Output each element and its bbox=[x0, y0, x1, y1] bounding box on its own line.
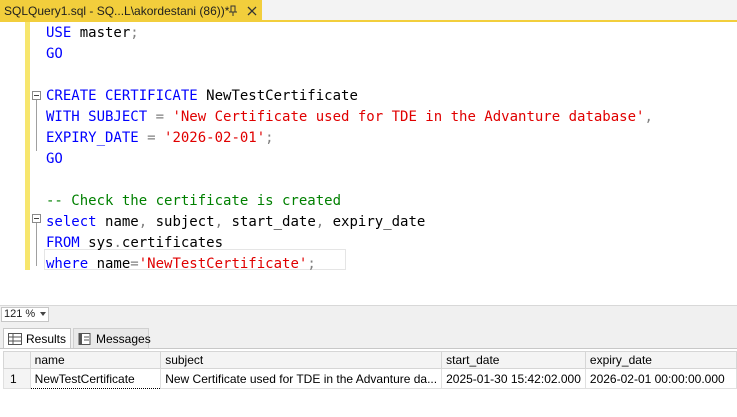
column-header-start-date[interactable]: start_date bbox=[441, 351, 586, 369]
code-token: GO bbox=[46, 151, 63, 167]
chevron-down-icon bbox=[40, 312, 46, 316]
change-tracking-bar bbox=[25, 22, 30, 270]
code-token: select bbox=[46, 214, 106, 230]
results-tab-bar: Results Messages bbox=[0, 322, 737, 348]
zoom-value: 121 % bbox=[4, 308, 36, 320]
query-editor[interactable]: USE master; GO CREATE CERTIFICATE NewTestC… bbox=[0, 22, 737, 305]
code-token: = bbox=[147, 130, 165, 146]
cell-expiry-date[interactable]: 2026-02-01 00:00:00.000 bbox=[584, 368, 737, 389]
code-token: CREATE CERTIFICATE bbox=[46, 88, 207, 104]
collapse-toggle-create[interactable] bbox=[32, 91, 41, 100]
collapse-toggle-select[interactable] bbox=[32, 214, 41, 223]
document-tab[interactable]: SQLQuery1.sql - SQ...L\akordestani (86))… bbox=[0, 0, 262, 22]
code-line: WITH SUBJECT = 'New Certificate used for… bbox=[46, 107, 653, 128]
outline-guide bbox=[36, 100, 37, 151]
code-token: start_date bbox=[231, 214, 316, 230]
cell-subject[interactable]: New Certificate used for TDE in the Adva… bbox=[160, 368, 443, 389]
code-token: GO bbox=[46, 46, 63, 62]
row-number[interactable]: 1 bbox=[3, 368, 31, 389]
results-grid: name subject start_date expiry_date 1 Ne… bbox=[3, 351, 737, 389]
code-token: -- Check the certificate is created bbox=[46, 193, 342, 209]
column-header-subject[interactable]: subject bbox=[160, 351, 443, 369]
grid-header-row: name subject start_date expiry_date bbox=[3, 351, 737, 369]
code-line: USE master; bbox=[46, 23, 139, 44]
code-line: -- Check the certificate is created bbox=[46, 191, 341, 212]
code-token: ; bbox=[265, 130, 274, 146]
code-token: where bbox=[46, 256, 97, 272]
code-token: . bbox=[113, 235, 122, 251]
code-line: FROM sys.certificates bbox=[46, 233, 223, 254]
tab-results[interactable]: Results bbox=[3, 328, 71, 348]
code-line: CREATE CERTIFICATE NewTestCertificate bbox=[46, 86, 358, 107]
grid-icon bbox=[8, 332, 22, 345]
code-line: GO bbox=[46, 44, 63, 65]
code-token: expiry_date bbox=[332, 214, 426, 230]
pin-icon[interactable] bbox=[226, 4, 240, 18]
document-tab-strip: SQLQuery1.sql - SQ...L\akordestani (86))… bbox=[0, 0, 737, 22]
code-token: , bbox=[644, 109, 653, 125]
code-line: GO bbox=[46, 149, 63, 170]
code-token: name bbox=[96, 256, 131, 272]
code-token: sys bbox=[88, 235, 114, 251]
code-token: , bbox=[214, 214, 232, 230]
code-token: NewTestCertificate bbox=[206, 88, 358, 104]
code-token: 'NewTestCertificate' bbox=[138, 256, 308, 272]
code-token: 'New Certificate used for TDE in the Adv… bbox=[172, 109, 645, 125]
code-token: USE bbox=[46, 25, 80, 41]
cell-start-date[interactable]: 2025-01-30 15:42:02.000 bbox=[441, 368, 586, 389]
code-token: , bbox=[315, 214, 333, 230]
tab-messages[interactable]: Messages bbox=[73, 328, 151, 348]
outline-guide bbox=[36, 223, 37, 266]
column-header-expiry-date[interactable]: expiry_date bbox=[584, 351, 737, 369]
code-line: select name, subject, start_date, expiry… bbox=[46, 212, 425, 233]
code-line: EXPIRY_DATE = '2026-02-01'; bbox=[46, 128, 274, 149]
editor-status-bar: 121 % bbox=[0, 305, 737, 322]
code-token: , bbox=[138, 214, 156, 230]
code-token: name bbox=[105, 214, 139, 230]
code-token: subject bbox=[155, 214, 215, 230]
code-token: ; bbox=[307, 256, 316, 272]
code-line: where name='NewTestCertificate'; bbox=[46, 254, 316, 275]
code-token: = bbox=[155, 109, 173, 125]
results-grid-panel: name subject start_date expiry_date 1 Ne… bbox=[0, 348, 737, 417]
tab-results-label: Results bbox=[26, 331, 67, 346]
code-token: '2026-02-01' bbox=[164, 130, 266, 146]
zoom-dropdown[interactable]: 121 % bbox=[1, 307, 49, 322]
code-token: ; bbox=[130, 25, 139, 41]
code-token: master bbox=[79, 25, 131, 41]
messages-icon bbox=[78, 332, 92, 345]
code-token: EXPIRY_DATE bbox=[46, 130, 148, 146]
row-number-header[interactable] bbox=[3, 351, 31, 369]
close-icon[interactable] bbox=[245, 4, 259, 18]
cell-name[interactable]: NewTestCertificate bbox=[29, 368, 162, 389]
column-header-name[interactable]: name bbox=[29, 351, 162, 369]
tab-messages-label: Messages bbox=[96, 331, 151, 346]
code-token: = bbox=[130, 256, 139, 272]
table-row: 1 NewTestCertificate New Certificate use… bbox=[3, 368, 737, 389]
document-tab-title: SQLQuery1.sql - SQ...L\akordestani (86))… bbox=[4, 4, 230, 18]
editor-margin bbox=[0, 22, 28, 305]
code-token: WITH SUBJECT bbox=[46, 109, 156, 125]
code-token: FROM bbox=[46, 235, 89, 251]
code-token: certificates bbox=[121, 235, 224, 251]
